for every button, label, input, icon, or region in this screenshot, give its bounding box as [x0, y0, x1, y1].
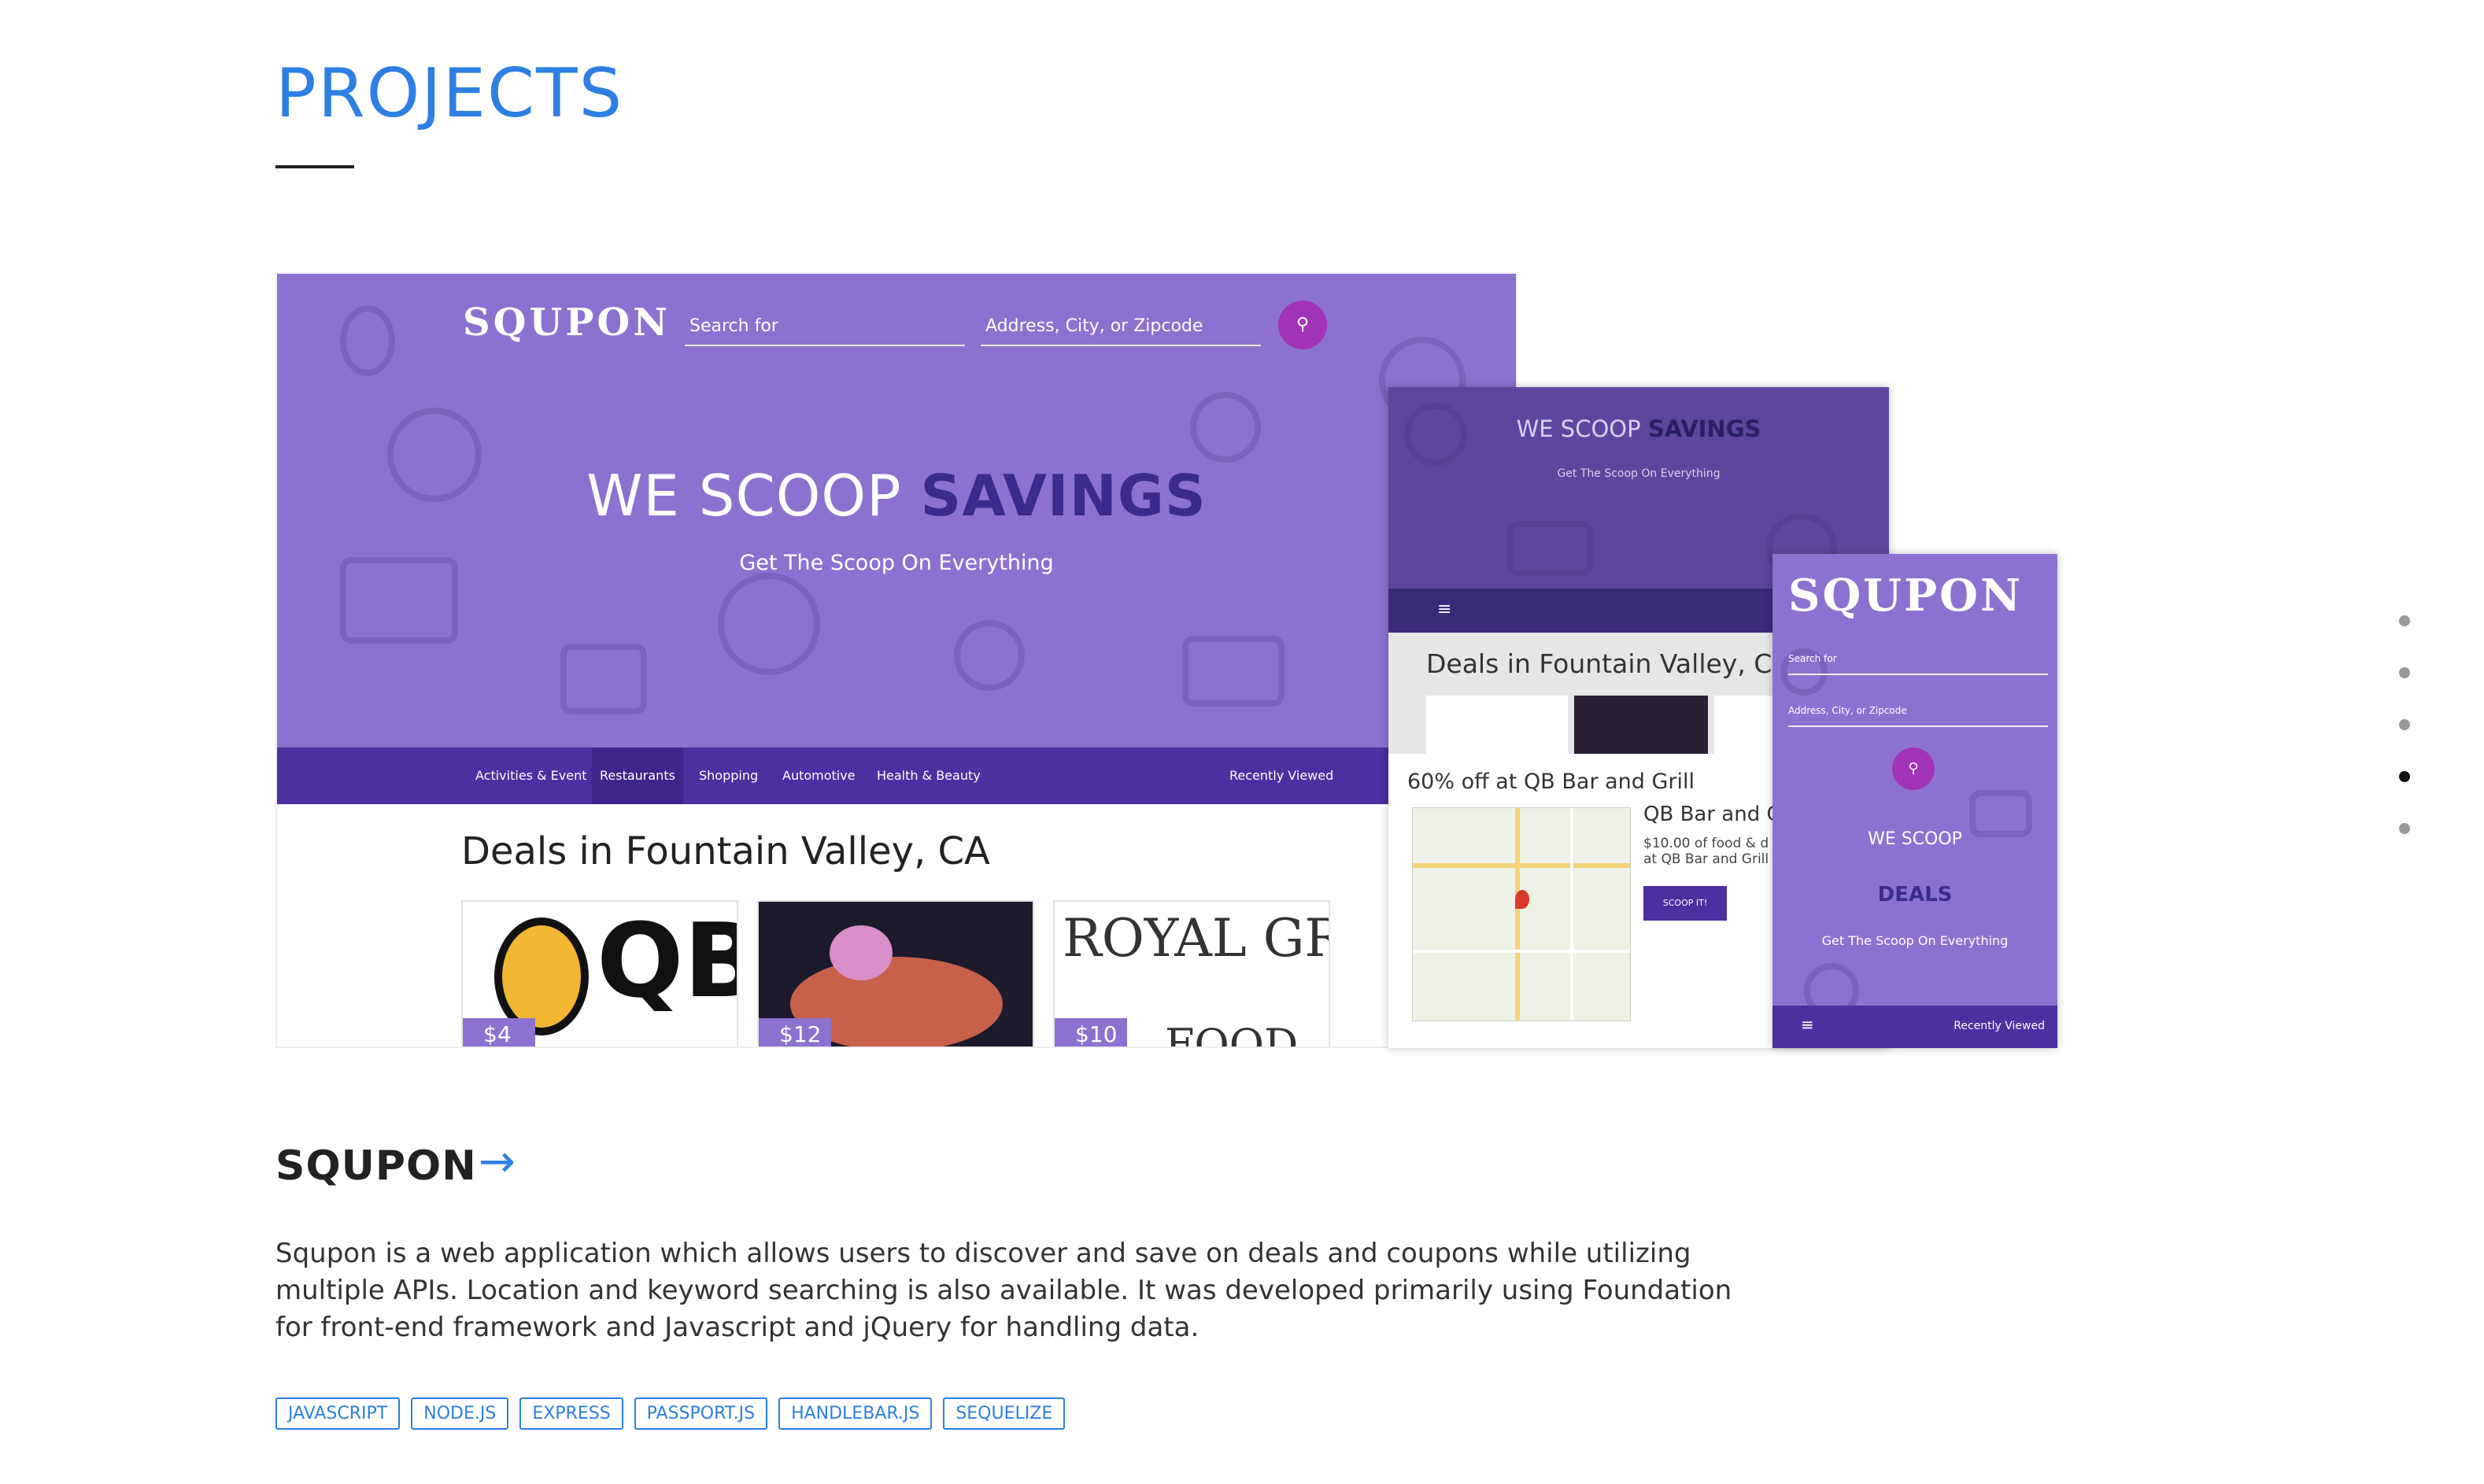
nav-recently-viewed[interactable]: Recently Viewed: [1222, 748, 1341, 804]
deals-heading: Deals in Fountain Valley, CA: [461, 829, 990, 873]
section-dot[interactable]: [2399, 719, 2410, 730]
section-nav-dots: [2399, 615, 2415, 875]
hamburger-icon[interactable]: ≡: [1801, 1015, 1814, 1034]
search-button[interactable]: ⚲: [1892, 748, 1935, 790]
hero-tagline: WE SCOOP SAVINGS: [277, 463, 1516, 529]
search-icon: ⚲: [1908, 760, 1919, 777]
map-road: [1515, 808, 1520, 1021]
deal-price: $10: [1055, 1018, 1127, 1047]
tech-tag: SEQUELIZE: [943, 1397, 1066, 1430]
doodle-icon: [1182, 636, 1285, 707]
project-title[interactable]: SQUPON: [275, 1143, 477, 1190]
map-road: [1413, 950, 1630, 953]
card-logo-text: FOOD: [1165, 1020, 1299, 1048]
card-logo-text: ROYAL GRILL: [1063, 908, 1329, 969]
tech-tags: JAVASCRIPT NODE.JS EXPRESS PASSPORT.JS H…: [275, 1397, 1066, 1430]
tagline-light: WE SCOOP: [586, 463, 921, 529]
project-description: Squpon is a web application which allows…: [275, 1238, 1732, 1343]
tablet-tagline: WE SCOOP SAVINGS: [1388, 415, 1889, 442]
location-placeholder: Address, City, or Zipcode: [985, 316, 1203, 336]
deal-card[interactable]: ROYAL GRILL FOOD $10: [1053, 900, 1330, 1048]
project-screenshot-phone[interactable]: SQUPON Search for Address, City, or Zipc…: [1772, 554, 2057, 1048]
search-input[interactable]: Search for: [685, 313, 965, 346]
nav-item-activities[interactable]: Activities & Event: [468, 748, 594, 804]
nav-recently-viewed[interactable]: Recently Viewed: [1954, 1020, 2045, 1032]
section-dot[interactable]: [2399, 615, 2410, 626]
tablet-deals-heading: Deals in Fountain Valley, CA: [1426, 648, 1790, 679]
section-dot-active[interactable]: [2399, 771, 2410, 782]
section-dot[interactable]: [2399, 823, 2410, 834]
phone-nav: ≡ Recently Viewed: [1772, 1006, 2057, 1048]
tech-tag: JAVASCRIPT: [275, 1397, 401, 1430]
tech-tag: PASSPORT.JS: [634, 1397, 768, 1430]
nav-item-shopping[interactable]: Shopping: [691, 748, 766, 804]
tagline-bold: SAVINGS: [920, 463, 1207, 529]
category-nav: Activities & Event Restaurants Shopping …: [277, 748, 1516, 804]
business-name: QB Bar and G: [1643, 803, 1783, 826]
arrow-right-icon[interactable]: →: [479, 1136, 516, 1187]
squpon-logo: SQUPON: [1788, 570, 2024, 622]
tablet-subtitle: Get The Scoop On Everything: [1557, 467, 1721, 480]
hamburger-icon[interactable]: ≡: [1437, 600, 1451, 619]
location-placeholder: Address, City, or Zipcode: [1788, 705, 1907, 716]
nav-item-health-beauty[interactable]: Health & Beauty: [869, 748, 989, 804]
tech-tag: HANDLEBAR.JS: [778, 1397, 933, 1430]
doodle-icon: [560, 644, 647, 714]
tagline-light: WE SCOOP: [1516, 415, 1648, 442]
hero-subtitle: Get The Scoop On Everything: [739, 551, 1054, 575]
desktop-hero: SQUPON Search for Address, City, or Zipc…: [277, 274, 1516, 748]
map-road: [1413, 863, 1630, 868]
modal-title: 60% off at QB Bar and Grill: [1407, 770, 1695, 794]
section-dot[interactable]: [2399, 667, 2410, 678]
map-pin-icon: [1515, 890, 1529, 909]
doodle-icon: [1190, 392, 1261, 463]
nav-item-automotive[interactable]: Automotive: [774, 748, 863, 804]
deal-card: [1426, 696, 1568, 754]
phone-subtitle: Get The Scoop On Everything: [1821, 933, 2009, 948]
location-input[interactable]: Address, City, or Zipcode: [1788, 699, 2048, 727]
location-input[interactable]: Address, City, or Zipcode: [981, 313, 1261, 346]
tech-tag: NODE.JS: [411, 1397, 509, 1430]
search-placeholder: Search for: [689, 316, 778, 336]
deal-price: $4: [463, 1018, 535, 1047]
search-icon: ⚲: [1296, 315, 1310, 334]
card-logo-text: QB: [597, 901, 737, 1021]
nav-item-restaurants[interactable]: Restaurants: [592, 748, 683, 804]
doodle-icon: [340, 305, 395, 376]
map-road: [1570, 808, 1573, 1021]
doodle-icon: [954, 620, 1025, 691]
section-title: PROJECTS: [275, 54, 624, 133]
deal-card: [1574, 696, 1708, 754]
search-button[interactable]: ⚲: [1278, 301, 1327, 349]
scoop-it-button[interactable]: SCOOP IT!: [1643, 886, 1727, 921]
tagline-bold: SAVINGS: [1647, 415, 1761, 442]
squpon-logo: SQUPON: [463, 301, 671, 345]
doodle-icon: [1506, 521, 1593, 576]
project-screenshot-desktop[interactable]: SQUPON Search for Address, City, or Zipc…: [275, 272, 1517, 1048]
deal-price: $12: [759, 1018, 831, 1047]
doodle-icon: [718, 573, 820, 675]
food-image: [830, 925, 893, 980]
search-input[interactable]: Search for: [1788, 647, 2048, 675]
deal-card[interactable]: $12: [757, 900, 1034, 1047]
deal-card[interactable]: QB $4: [461, 900, 738, 1047]
tech-tag: EXPRESS: [519, 1397, 623, 1430]
business-description: $10.00 of food & d at QB Bar and Grill: [1643, 836, 1769, 868]
title-divider: [275, 165, 354, 168]
phone-deals: DEALS: [1877, 883, 1953, 906]
search-placeholder: Search for: [1788, 653, 1837, 664]
phone-we-scoop: WE SCOOP: [1868, 829, 1962, 849]
map-widget[interactable]: [1412, 807, 1631, 1021]
